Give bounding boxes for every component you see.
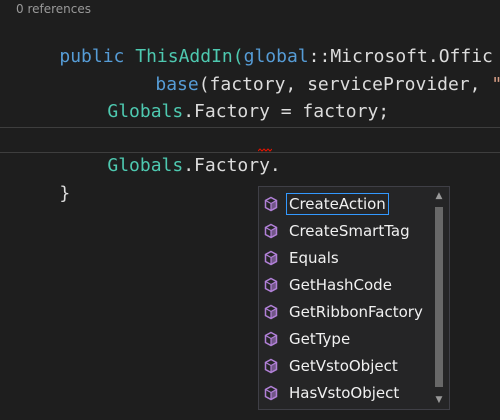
scroll-thumb[interactable] (435, 207, 443, 387)
method-icon (263, 304, 279, 320)
code-line-4[interactable]: Globals.Factory. (64, 127, 280, 176)
code-line-1[interactable]: public ThisAddIn(global::Microsoft.Offic (16, 18, 493, 67)
intellisense-popup[interactable]: CreateAction CreateSmartTag Equals GetHashC… (258, 186, 450, 410)
globals-type: Globals (107, 155, 184, 176)
globals-type: Globals (107, 101, 184, 122)
completion-item[interactable]: CreateSmartTag (261, 218, 431, 244)
completion-item-label: GetType (289, 330, 351, 348)
completion-item[interactable]: HasVstoObject (261, 380, 431, 406)
method-icon (263, 277, 279, 293)
method-icon (263, 331, 279, 347)
completion-item[interactable]: GetRibbonFactory (261, 299, 431, 325)
error-squiggle (258, 148, 272, 152)
code-line-5[interactable]: } (16, 155, 70, 204)
completion-item[interactable]: CreateAction (261, 191, 431, 217)
method-icon (263, 385, 279, 401)
method-icon (263, 223, 279, 239)
completion-item-label: GetRibbonFactory (289, 303, 423, 321)
string-quote: " (491, 74, 500, 95)
completion-item-label: GetVstoObject (289, 357, 398, 375)
completion-item[interactable]: Equals (261, 245, 431, 271)
code-line-2[interactable]: base(factory, serviceProvider, " (112, 46, 500, 95)
completion-item-label: CreateSmartTag (289, 222, 410, 240)
completion-item[interactable]: GetHashCode (261, 272, 431, 298)
popup-scrollbar[interactable]: ▲ ▼ (432, 189, 446, 407)
code-line-3[interactable]: Globals.Factory = factory; (64, 73, 389, 122)
assignment-text: .Factory = factory; (183, 101, 390, 122)
closing-brace: } (59, 183, 71, 204)
scroll-up-arrow[interactable]: ▲ (432, 189, 446, 203)
completion-item-label: GetHashCode (289, 276, 392, 294)
completion-item-label: HasVstoObject (289, 384, 400, 402)
completion-item[interactable]: GetVstoObject (261, 353, 431, 379)
completion-item-label: Equals (289, 249, 339, 267)
member-access-text: .Factory. (183, 155, 281, 176)
completion-item-label: CreateAction (286, 193, 389, 215)
completion-item[interactable]: GetType (261, 326, 431, 352)
scroll-down-arrow[interactable]: ▼ (432, 393, 446, 407)
method-icon (263, 250, 279, 266)
method-icon (263, 358, 279, 374)
codelens-references[interactable]: 0 references (16, 2, 91, 16)
method-icon (263, 196, 279, 212)
